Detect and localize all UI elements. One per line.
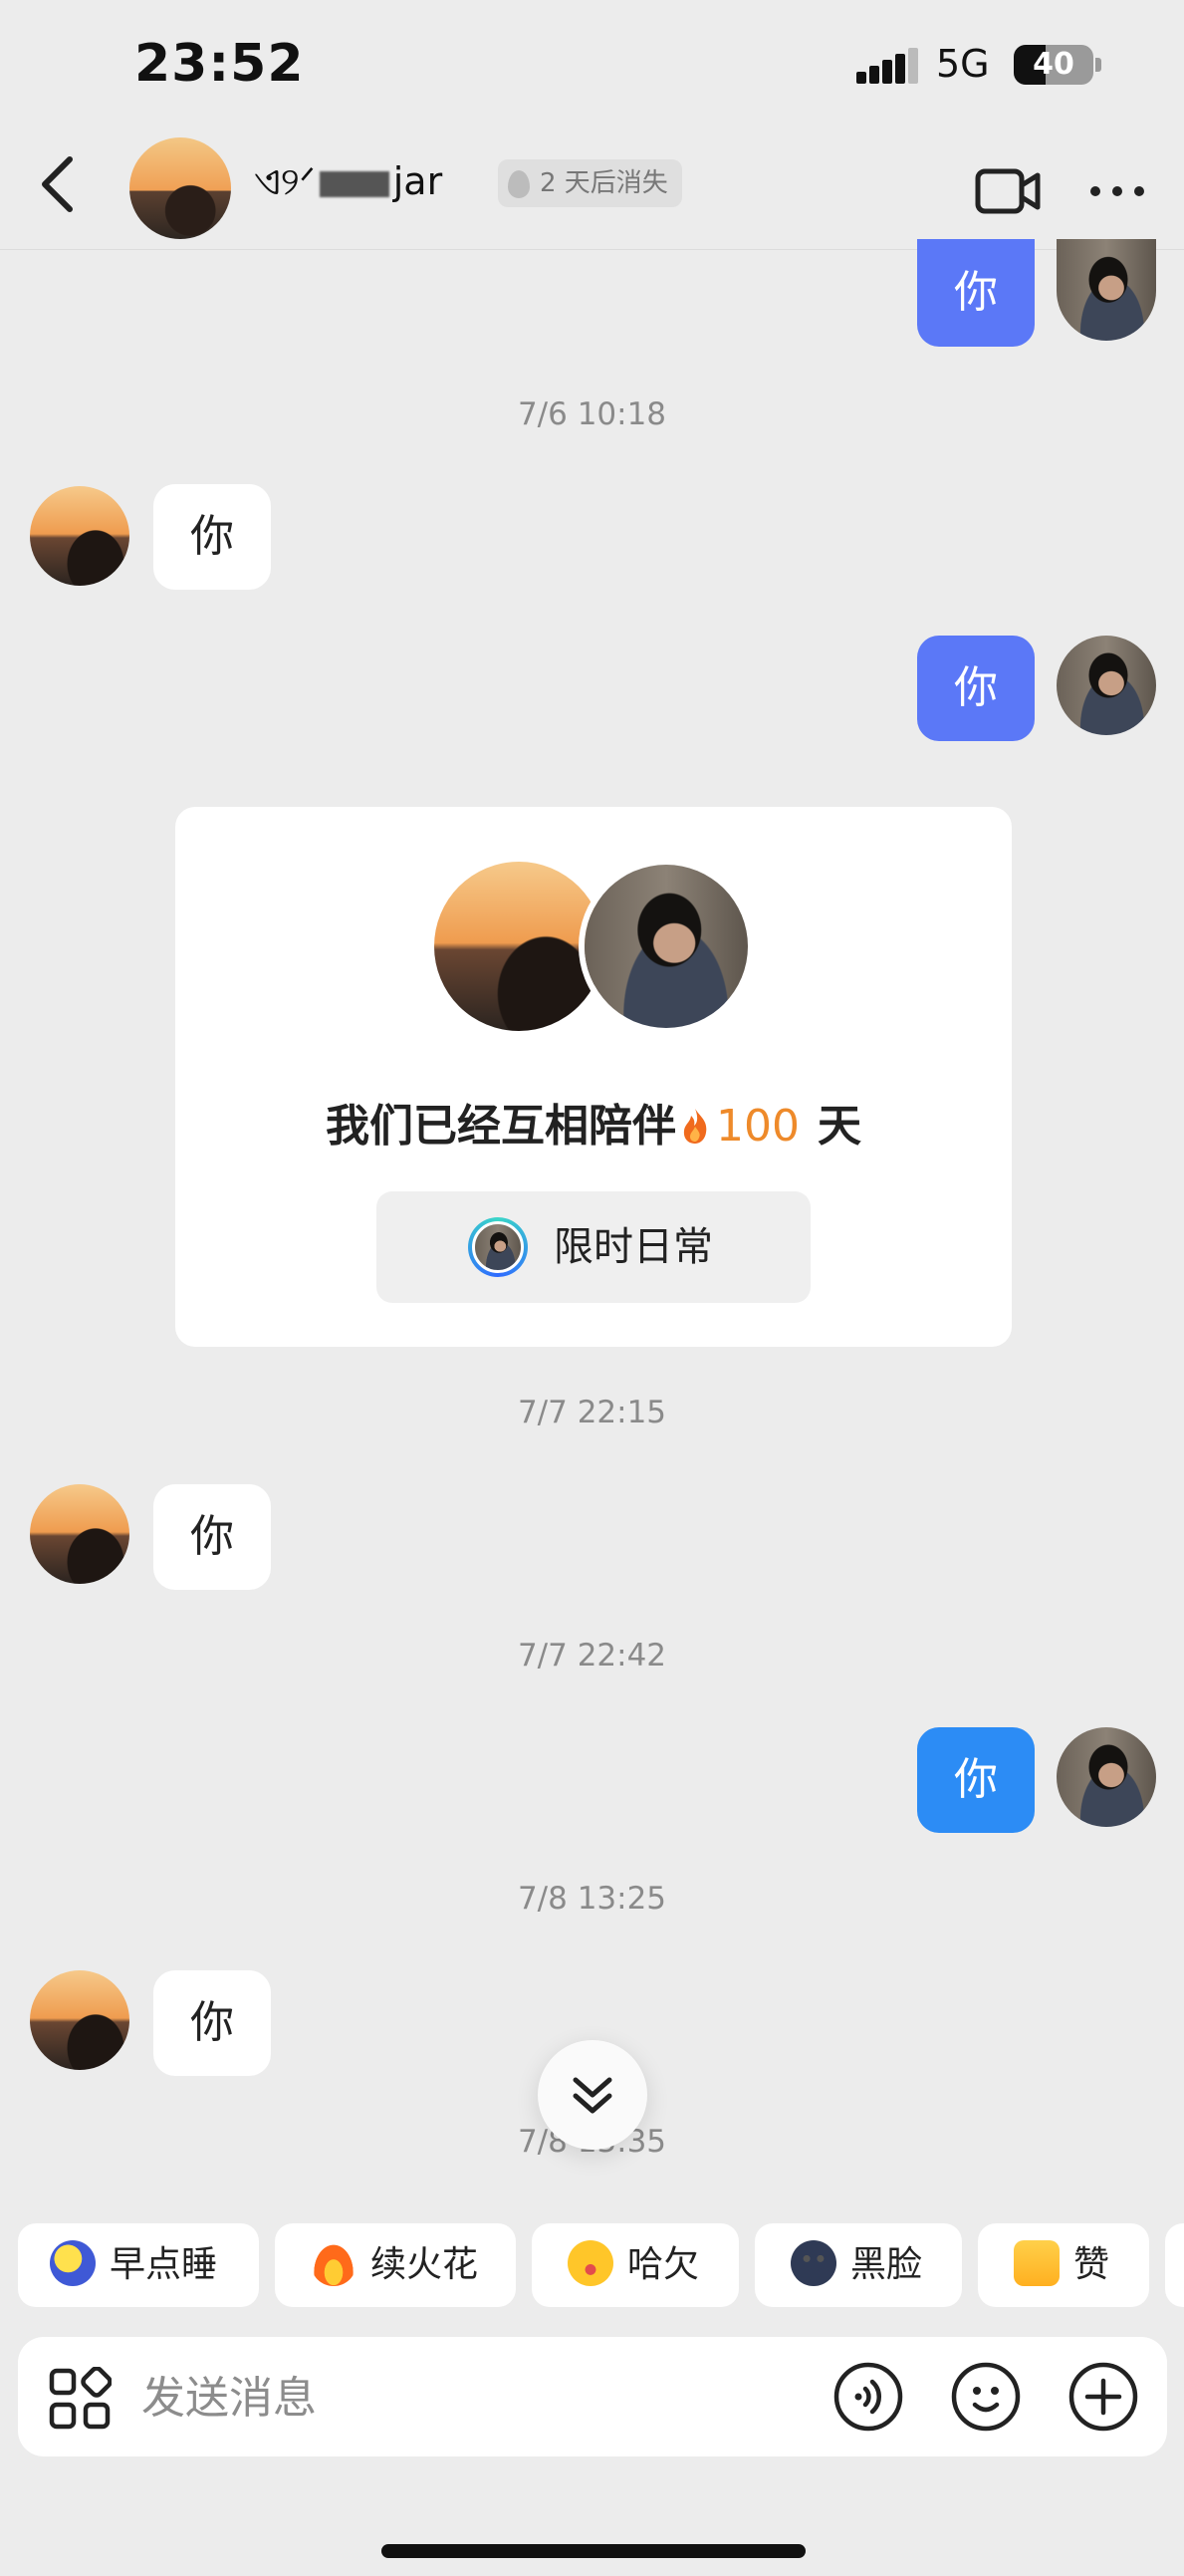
timestamp: 7/7 22:15 (517, 1395, 667, 1430)
streak-days: 100 (716, 1101, 800, 1152)
home-indicator[interactable] (381, 2544, 806, 2558)
quick-reply-chip[interactable]: 续火花 (275, 2223, 516, 2307)
my-avatar[interactable] (1057, 1727, 1156, 1827)
video-camera-icon (975, 168, 1041, 214)
quick-reply-chip[interactable]: 赞 (978, 2223, 1149, 2307)
back-button[interactable] (30, 149, 90, 219)
quick-reply-chip[interactable]: 哈欠 (532, 2223, 739, 2307)
sleeping-moon-icon (50, 2240, 96, 2286)
thumbs-up-icon (1014, 2240, 1060, 2286)
add-button[interactable] (1067, 2361, 1139, 2433)
plus-icon (1068, 2362, 1138, 2432)
quick-reply-label: 哈欠 (627, 2244, 700, 2285)
message-input[interactable] (139, 2337, 821, 2458)
timestamp: 7/7 22:42 (517, 1638, 667, 1674)
my-avatar[interactable] (1057, 636, 1156, 735)
battery-level: 40 (1033, 47, 1074, 82)
routine-avatar (468, 1217, 528, 1277)
streak-title-suffix: 天 (817, 1101, 861, 1152)
contact-name-right: jar (392, 159, 443, 203)
more-button[interactable] (1085, 171, 1149, 211)
voice-wave-icon (833, 2362, 903, 2432)
streak-title: 我们已经互相陪伴 100 天 (175, 1090, 1012, 1154)
apps-button[interactable] (48, 2366, 113, 2431)
signal-strength-icon (856, 48, 918, 84)
quick-reply-chip-partial[interactable] (1165, 2223, 1184, 2307)
status-time: 23:52 (134, 34, 305, 94)
quick-reply-chip[interactable]: 早点睡 (18, 2223, 259, 2307)
redacted-name-part (319, 170, 389, 197)
vanish-label: 2 天后消失 (540, 168, 668, 198)
contact-avatar[interactable] (30, 486, 129, 586)
contact-avatar[interactable] (129, 137, 231, 239)
routine-button-label: 限时日常 (554, 1224, 713, 1270)
streak-title-prefix: 我们已经互相陪伴 (326, 1101, 676, 1152)
message-input-bar (18, 2337, 1167, 2458)
chevron-left-icon (42, 156, 73, 212)
emoji-face-icon (951, 2362, 1021, 2432)
message-bubble-outgoing[interactable]: 你 (917, 636, 1035, 741)
my-avatar (579, 859, 754, 1034)
quick-reply-chip[interactable]: 黑脸 (755, 2223, 962, 2307)
yawn-face-icon (568, 2240, 613, 2286)
apps-grid-icon (49, 2366, 113, 2430)
battery-icon: 40 (1014, 45, 1093, 85)
contact-avatar[interactable] (30, 1484, 129, 1584)
message-bubble-outgoing[interactable]: 你 (917, 239, 1035, 347)
video-call-button[interactable] (974, 161, 1044, 221)
double-chevron-down-icon (573, 2077, 612, 2114)
fire-icon (311, 2240, 356, 2286)
timestamp: 7/6 10:18 (517, 396, 667, 432)
vanish-badge[interactable]: 2 天后消失 (498, 159, 682, 207)
quick-reply-label: 续火花 (370, 2244, 479, 2285)
message-bubble-incoming[interactable]: 你 (153, 1970, 271, 2076)
quick-reply-label: 黑脸 (850, 2244, 923, 2285)
message-bubble-incoming[interactable]: 你 (153, 1484, 271, 1590)
quick-reply-label: 早点睡 (110, 2244, 218, 2285)
message-bubble-incoming[interactable]: 你 (153, 484, 271, 590)
fire-icon (683, 1109, 707, 1144)
companion-streak-card[interactable]: 我们已经互相陪伴 100 天 限时日常 (175, 807, 1012, 1347)
message-bubble-outgoing[interactable]: 你 (917, 1727, 1035, 1833)
emoji-button[interactable] (950, 2361, 1022, 2433)
battery-cap (1095, 58, 1101, 72)
droplet-icon (508, 169, 530, 198)
timestamp: 7/8 13:25 (517, 1881, 667, 1917)
chat-header: ଏ୨ᐟ jar 2 天后消失 (0, 120, 1184, 250)
contact-name-left: ଏ୨ᐟ (254, 159, 316, 203)
network-type: 5G (936, 42, 990, 86)
voice-button[interactable] (832, 2361, 904, 2433)
contact-avatar[interactable] (30, 1970, 129, 2070)
limited-routine-button[interactable]: 限时日常 (376, 1191, 811, 1303)
my-avatar[interactable] (1057, 239, 1156, 341)
quick-reply-label: 赞 (1073, 2244, 1110, 2285)
scroll-to-bottom-button[interactable] (538, 2040, 647, 2150)
dark-face-icon (791, 2240, 836, 2286)
contact-name[interactable]: ଏ୨ᐟ jar (254, 159, 442, 204)
ellipsis-icon (1090, 186, 1144, 196)
